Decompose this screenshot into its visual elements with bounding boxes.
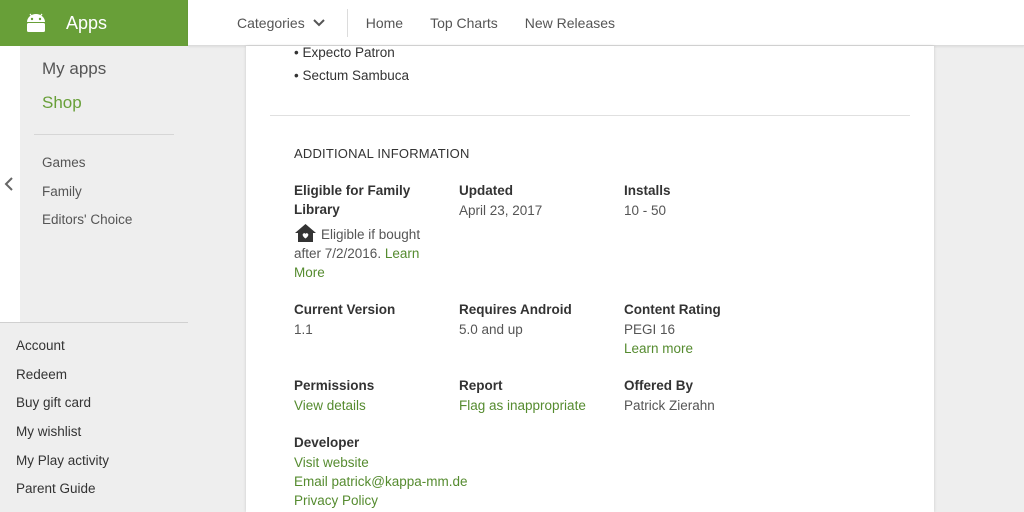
- permissions-label: Permissions: [294, 378, 375, 393]
- sidebar-item-family[interactable]: Family: [42, 184, 82, 199]
- categories-label: Categories: [237, 14, 305, 31]
- sidebar-item-redeem[interactable]: Redeem: [16, 367, 67, 382]
- sidebar-secondary: Account Redeem Buy gift card My wishlist…: [0, 322, 188, 512]
- app-details-card: • Expecto Patron • Sectum Sambuca ADDITI…: [246, 45, 934, 512]
- nav-new-releases[interactable]: New Releases: [525, 15, 615, 31]
- report-field: Report Flag as inappropriate: [459, 376, 609, 415]
- current-version-field: Current Version 1.1: [294, 300, 444, 339]
- sidebar-item-games[interactable]: Games: [42, 155, 86, 170]
- sidebar-item-account[interactable]: Account: [16, 338, 65, 353]
- offered-by-field: Offered By Patrick Zierahn: [624, 376, 774, 415]
- report-label: Report: [459, 378, 503, 393]
- permissions-field: Permissions View details: [294, 376, 444, 415]
- sidebar-primary: My apps Shop Games Family Editors' Choic…: [20, 46, 188, 322]
- flag-inappropriate-link[interactable]: Flag as inappropriate: [459, 396, 609, 415]
- android-icon: [27, 13, 45, 32]
- description-bullet: • Sectum Sambuca: [294, 68, 410, 83]
- requires-android-label: Requires Android: [459, 302, 572, 317]
- installs-field: Installs 10 - 50: [624, 181, 774, 220]
- chevron-down-icon: [312, 18, 325, 26]
- sidebar-item-buy-gift-card[interactable]: Buy gift card: [16, 395, 91, 410]
- installs-label: Installs: [624, 183, 671, 198]
- description-bullet: • Expecto Patron: [294, 45, 395, 60]
- content-rating-field: Content Rating PEGI 16 Learn more: [624, 300, 774, 358]
- section-divider: [270, 115, 910, 116]
- content-rating-label: Content Rating: [624, 302, 721, 317]
- installs-value: 10 - 50: [624, 203, 667, 218]
- updated-label: Updated: [459, 183, 513, 198]
- requires-android-field: Requires Android 5.0 and up: [459, 300, 609, 339]
- requires-android-value: 5.0 and up: [459, 322, 523, 337]
- email-link[interactable]: Email patrick@kappa-mm.de: [294, 472, 554, 491]
- nav-home[interactable]: Home: [366, 15, 403, 31]
- visit-website-link[interactable]: Visit website: [294, 453, 554, 472]
- content-rating-learn-more[interactable]: Learn more: [624, 339, 774, 358]
- family-house-icon: [295, 224, 316, 242]
- offered-by-value: Patrick Zierahn: [624, 398, 715, 413]
- privacy-policy-link[interactable]: Privacy Policy: [294, 491, 554, 510]
- sidebar-rail: [0, 46, 20, 322]
- sidebar-item-my-play-activity[interactable]: My Play activity: [16, 453, 109, 468]
- nav-divider: [346, 8, 348, 37]
- sidebar-item-my-apps[interactable]: My apps: [42, 59, 106, 79]
- updated-field: Updated April 23, 2017: [459, 181, 609, 220]
- family-more-link[interactable]: More: [294, 265, 325, 280]
- top-nav: Categories Home Top Charts New Releases: [188, 0, 1024, 46]
- family-library-label-2: Library: [294, 202, 340, 217]
- family-learn-link[interactable]: Learn: [385, 246, 420, 261]
- current-version-value: 1.1: [294, 322, 313, 337]
- family-text-line1: Eligible if bought: [321, 227, 421, 242]
- updated-value: April 23, 2017: [459, 203, 543, 218]
- chevron-left-icon[interactable]: [4, 177, 14, 191]
- sidebar-item-parent-guide[interactable]: Parent Guide: [16, 481, 96, 496]
- brand-bar[interactable]: Apps: [0, 0, 188, 46]
- family-library-field: Eligible for Family Library Eligible if …: [294, 181, 444, 282]
- developer-label: Developer: [294, 435, 360, 450]
- categories-dropdown[interactable]: Categories: [237, 15, 325, 31]
- content-rating-value: PEGI 16: [624, 322, 676, 337]
- section-title: ADDITIONAL INFORMATION: [294, 146, 470, 161]
- sidebar-item-shop[interactable]: Shop: [42, 93, 82, 113]
- developer-field: Developer Visit website Email patrick@ka…: [294, 433, 554, 510]
- sidebar-item-editors-choice[interactable]: Editors' Choice: [42, 212, 132, 227]
- family-text-line2: after 7/2/2016.: [294, 246, 382, 261]
- family-library-text: Eligible if bought after 7/2/2016. Learn…: [294, 223, 444, 282]
- permissions-view-details[interactable]: View details: [294, 396, 444, 415]
- offered-by-label: Offered By: [624, 378, 694, 393]
- sidebar-item-my-wishlist[interactable]: My wishlist: [16, 424, 81, 439]
- nav-top-charts[interactable]: Top Charts: [430, 15, 498, 31]
- sidebar-divider: [34, 134, 174, 135]
- family-library-label-1: Eligible for Family: [294, 183, 411, 198]
- current-version-label: Current Version: [294, 302, 396, 317]
- brand-label: Apps: [66, 12, 108, 33]
